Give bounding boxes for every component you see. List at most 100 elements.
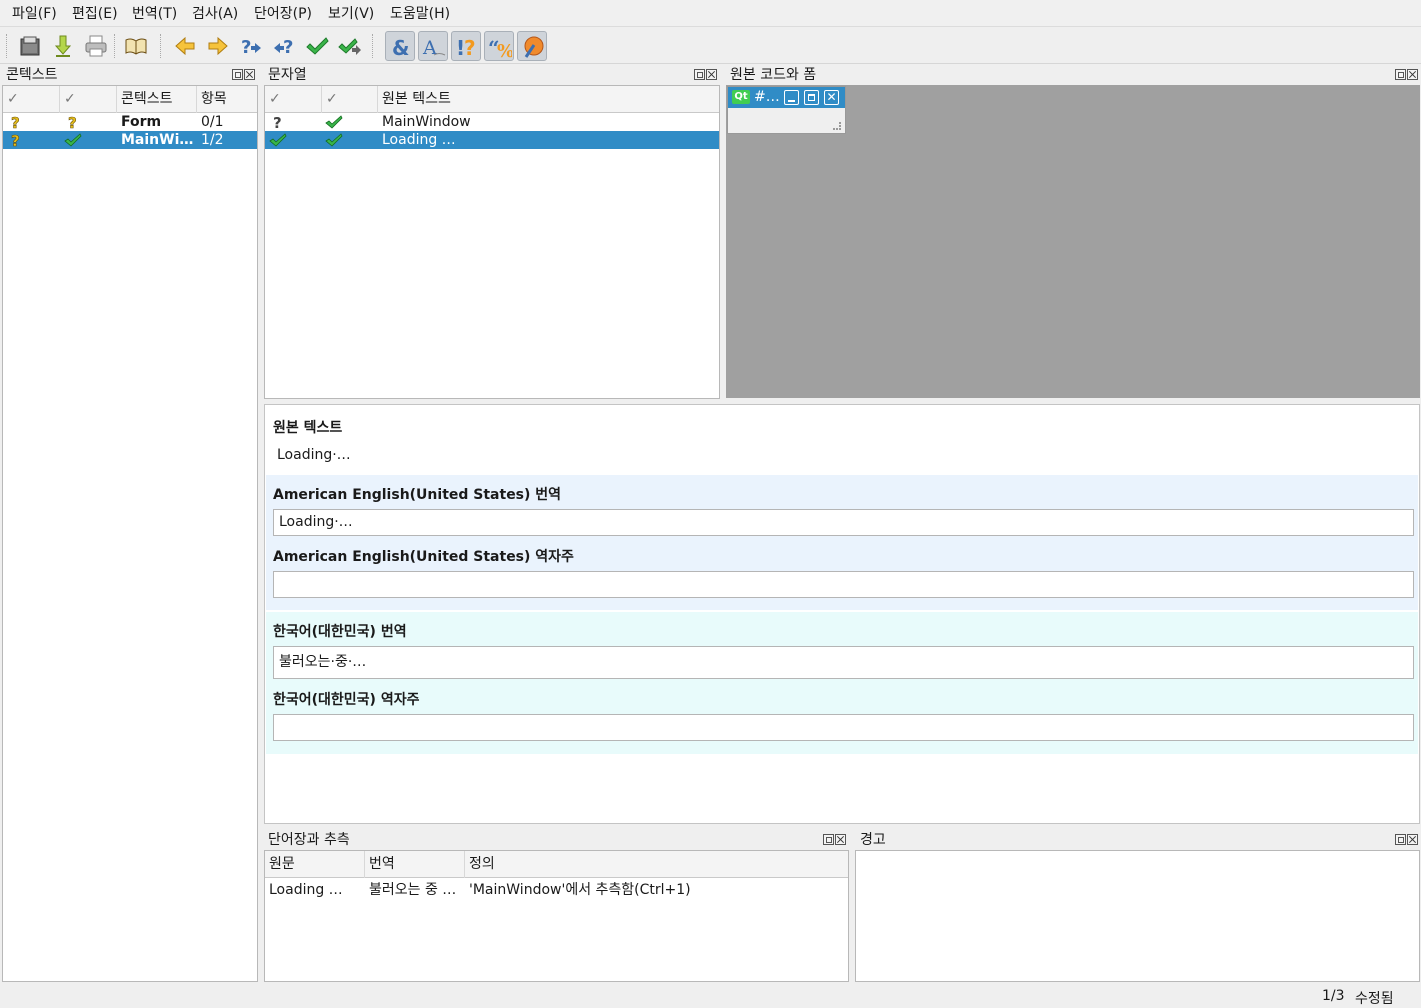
accelerator-check-button[interactable]: & [385, 31, 415, 61]
context-row-form[interactable]: ? ? Form 0/1 [3, 113, 257, 131]
finished-check-icon [325, 115, 343, 129]
menu-help[interactable]: 도움말(H) [390, 4, 450, 24]
phrase-translation: 불러오는 중 … [369, 882, 457, 898]
context-header-name[interactable]: 콘텍스트 [117, 86, 197, 113]
context-row-mainwindow[interactable]: ? MainWi… 1/2 [3, 131, 257, 149]
subwindow-titlebar[interactable]: Qt #… ✕ [728, 87, 845, 108]
sources-dock-title: 원본 코드와 폼 [730, 67, 817, 83]
next-button[interactable] [203, 31, 233, 61]
minimize-icon[interactable] [784, 90, 799, 105]
menu-translation[interactable]: 번역(T) [132, 4, 177, 24]
menu-edit[interactable]: 편집(E) [72, 4, 118, 24]
lang1-comment-field[interactable] [273, 571, 1414, 598]
string-row[interactable]: ? MainWindow [265, 113, 719, 131]
strings-dock-buttons [693, 69, 719, 81]
svg-text:?: ? [11, 114, 20, 130]
save-button[interactable] [48, 31, 78, 61]
dock-float-icon[interactable] [694, 69, 705, 80]
qt-logo-icon: Qt [732, 90, 750, 104]
prev-button[interactable] [170, 31, 200, 61]
translation-editor: 원본 텍스트 Loading·… American English(United… [264, 404, 1420, 824]
unfinished-icon: ? [68, 114, 77, 130]
svg-text:?: ? [68, 114, 77, 130]
string-source-text: MainWindow [382, 114, 471, 130]
dock-close-icon[interactable] [1407, 834, 1418, 845]
dock-close-icon[interactable] [244, 69, 255, 80]
lang2-section: 한국어(대한민국) 번역 불러오는·중·… 한국어(대한민국) 역자주 [266, 612, 1418, 754]
open-button[interactable] [15, 31, 45, 61]
phrase-row[interactable]: Loading … 불러오는 중 … 'MainWindow'에서 추측함(Ct… [265, 881, 848, 899]
dock-float-icon[interactable] [1395, 69, 1406, 80]
maximize-icon[interactable] [804, 90, 819, 105]
lang2-translation-field[interactable]: 불러오는·중·… [273, 646, 1414, 679]
done-button[interactable] [302, 31, 332, 61]
next-unfinished-button[interactable]: ? [269, 31, 299, 61]
context-count: 1/2 [201, 132, 224, 148]
lang1-section: American English(United States) 번역 Loadi… [266, 475, 1418, 610]
menu-bar: 파일(F) 편집(E) 번역(T) 검사(A) 단어장(P) 보기(V) 도움말… [0, 0, 1421, 27]
lang1-comment-label: American English(United States) 역자주 [273, 549, 574, 565]
menu-phrases[interactable]: 단어장(P) [254, 4, 312, 24]
next-unfinished-icon: ? [274, 37, 293, 58]
context-header-check1[interactable]: ✓ [3, 86, 60, 113]
close-icon[interactable]: ✕ [824, 90, 839, 105]
svg-text:?: ? [241, 37, 251, 58]
lang1-translation-field[interactable]: Loading·… [273, 509, 1414, 536]
resize-grip-icon[interactable] [833, 122, 841, 130]
strings-header-source[interactable]: 원본 텍스트 [378, 86, 719, 113]
prev-unfinished-button[interactable]: ? [236, 31, 266, 61]
toolbar: ? ? & A !? “% [0, 28, 1421, 64]
lang2-comment-field[interactable] [273, 714, 1414, 741]
place-marker-check-icon: “% [488, 36, 512, 59]
punctuation-check-button[interactable]: A [418, 31, 448, 61]
svg-text:?: ? [273, 114, 282, 130]
dock-float-icon[interactable] [232, 69, 243, 80]
open-icon [20, 36, 40, 56]
context-list[interactable]: ✓ ✓ 콘텍스트 항목 ? ? Form 0/1 ? MainWi… 1/2 [2, 85, 258, 982]
warnings-list[interactable] [855, 850, 1420, 982]
strings-header-check1[interactable]: ✓ [265, 86, 322, 113]
lang2-translation-label: 한국어(대한민국) 번역 [273, 624, 407, 640]
menu-validation[interactable]: 검사(A) [192, 4, 238, 24]
unfinished-question-icon: ? [273, 114, 282, 130]
phrases-header-definition[interactable]: 정의 [465, 851, 848, 878]
context-header-items[interactable]: 항목 [197, 86, 257, 113]
punctuation-check-icon: A [422, 37, 446, 59]
warnings-dock-buttons [1394, 834, 1420, 846]
subwindow-title: #… [754, 89, 780, 105]
phrases-list[interactable]: 원문 번역 정의 Loading … 불러오는 중 … 'MainWindow'… [264, 850, 849, 982]
svg-text:%: % [497, 41, 512, 59]
finished-check-icon [325, 133, 343, 147]
context-dock-buttons [231, 69, 257, 81]
form-preview-subwindow[interactable]: Qt #… ✕ [727, 86, 846, 134]
string-row-selected[interactable]: Loading … [265, 131, 719, 149]
phrases-header-translation[interactable]: 번역 [365, 851, 465, 878]
menu-file[interactable]: 파일(F) [12, 4, 57, 24]
dock-float-icon[interactable] [823, 834, 834, 845]
source-text-label: 원본 텍스트 [273, 420, 343, 436]
phrases-header-source[interactable]: 원문 [265, 851, 365, 878]
strings-list[interactable]: ✓ ✓ 원본 텍스트 ? MainWindow Loading … [264, 85, 720, 399]
lang1-translation-label: American English(United States) 번역 [273, 487, 562, 503]
finished-check-icon [64, 133, 82, 147]
menu-view[interactable]: 보기(V) [328, 4, 374, 24]
toolbar-handle[interactable] [6, 34, 9, 58]
place-marker-check-button[interactable]: “% [484, 31, 514, 61]
unfinished-icon: ? [11, 132, 20, 148]
phrasebook-button[interactable] [121, 31, 151, 61]
done-next-button[interactable] [335, 31, 365, 61]
phrase-check-button[interactable]: !? [451, 31, 481, 61]
context-header-check2[interactable]: ✓ [60, 86, 117, 113]
print-button[interactable] [81, 31, 111, 61]
dock-close-icon[interactable] [1407, 69, 1418, 80]
strings-header-check2[interactable]: ✓ [322, 86, 378, 113]
dock-float-icon[interactable] [1395, 834, 1406, 845]
svg-text:A: A [422, 37, 437, 59]
surrounding-whitespace-check-icon [524, 36, 544, 58]
string-source-text: Loading … [382, 132, 456, 148]
dock-close-icon[interactable] [835, 834, 846, 845]
whitespace-check-button[interactable] [517, 31, 547, 61]
strings-dock-title: 문자열 [268, 67, 307, 83]
dock-close-icon[interactable] [706, 69, 717, 80]
phrases-dock-title: 단어장과 추측 [268, 832, 350, 848]
